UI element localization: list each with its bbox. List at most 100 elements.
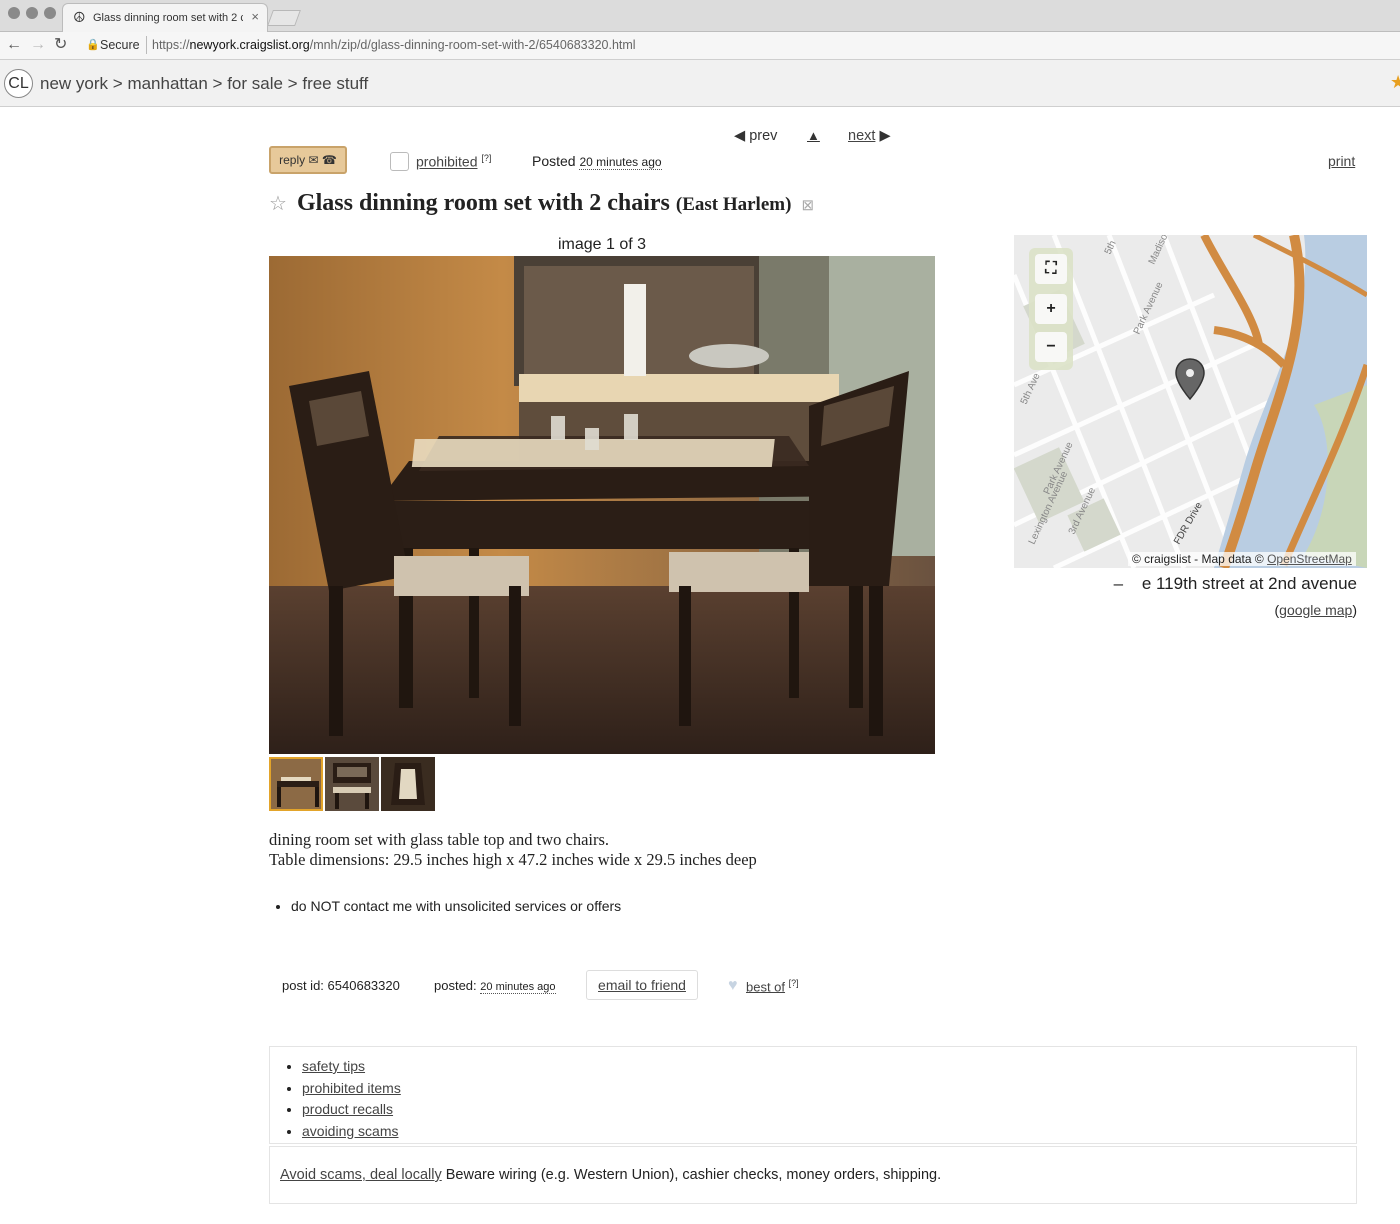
prev-label: prev — [749, 128, 778, 144]
triangle-right-icon: ▶ — [879, 128, 891, 144]
bookmark-star-icon[interactable]: ★ — [1390, 72, 1400, 93]
notices: do NOT contact me with unsolicited servi… — [291, 898, 621, 914]
breadcrumb-separator: > — [287, 74, 298, 93]
prohibited-items-link[interactable]: prohibited items — [302, 1080, 401, 1096]
prohibited-flag-checkbox[interactable] — [390, 152, 409, 171]
breadcrumb-manhattan[interactable]: manhattan — [127, 74, 207, 93]
notice-item: do NOT contact me with unsolicited servi… — [291, 898, 621, 914]
url-host: newyork.craigslist.org — [189, 38, 310, 52]
thumbnail-photo — [381, 757, 435, 811]
avoid-scams-link[interactable]: Avoid scams, deal locally — [280, 1167, 442, 1183]
lock-icon: 🔒 — [86, 39, 100, 51]
map-address: – e 119th street at 2nd avenue — [1114, 574, 1357, 594]
close-icon[interactable]: × — [251, 9, 259, 24]
neighborhood: (East Harlem) — [675, 194, 792, 215]
openstreetmap-link[interactable]: OpenStreetMap — [1267, 552, 1352, 566]
prohibited-flag: prohibited [?] — [416, 153, 491, 170]
envelope-icon: ✉ — [308, 153, 319, 167]
best-of-link[interactable]: best of — [746, 979, 785, 994]
help-marker[interactable]: [?] — [789, 978, 799, 988]
secure-label: Secure — [100, 38, 140, 52]
print-link[interactable]: print — [1328, 153, 1355, 169]
breadcrumb-free-stuff[interactable]: free stuff — [302, 74, 368, 93]
next-label: next — [848, 128, 876, 144]
forward-arrow-icon[interactable]: → — [30, 36, 46, 54]
next-link[interactable]: next ▶ — [848, 128, 891, 144]
phone-icon: ☎ — [321, 153, 337, 167]
heart-icon[interactable]: ♥ — [728, 977, 738, 995]
minimize-window-button[interactable] — [26, 7, 38, 19]
body-line: Table dimensions: 29.5 inches high x 47.… — [269, 850, 757, 869]
back-arrow-icon[interactable]: ← — [6, 36, 22, 54]
posted-info: posted: 20 minutes ago — [434, 978, 556, 994]
peace-icon: ☮ — [73, 9, 86, 25]
address-text: e 119th street at 2nd avenue — [1141, 574, 1357, 593]
craigslist-logo[interactable]: CL — [4, 69, 33, 98]
posted-label: Posted — [532, 153, 576, 169]
url-scheme: https:// — [152, 38, 190, 52]
best-of: best of [?] — [746, 978, 799, 994]
google-map: (google map) — [1274, 602, 1357, 618]
browser-tab-bar: ☮ Glass dinning room set with 2 chairs × — [0, 0, 1400, 32]
product-recalls-link[interactable]: product recalls — [302, 1101, 393, 1117]
scam-warning-box: Avoid scams, deal locally Beware wiring … — [269, 1146, 1357, 1204]
title-text: Glass dinning room set with 2 chairs — [296, 190, 670, 216]
thumbnail-photo — [325, 757, 379, 811]
post-id: post id: 6540683320 — [282, 978, 400, 993]
url-field[interactable]: https://newyork.craigslist.org/mnh/zip/d… — [152, 38, 636, 52]
breadcrumb-new-york[interactable]: new york — [40, 74, 108, 93]
url-path: /mnh/zip/d/glass-dinning-room-set-with-2… — [309, 38, 636, 52]
dash-marker: – — [1113, 574, 1124, 593]
up-link[interactable]: ▲ — [807, 128, 820, 143]
close-window-button[interactable] — [8, 7, 20, 19]
help-marker[interactable]: [?] — [481, 153, 491, 163]
posted-time: 20 minutes ago — [579, 155, 662, 170]
breadcrumb-for-sale[interactable]: for sale — [227, 74, 283, 93]
posting-title: ☆ Glass dinning room set with 2 chairs (… — [269, 190, 814, 217]
google-map-link[interactable]: google map — [1279, 602, 1352, 618]
scam-warning-text: Beware wiring (e.g. Western Union), cash… — [445, 1167, 942, 1183]
body-line: dining room set with glass table top and… — [269, 830, 610, 849]
dining-set-photo — [269, 256, 935, 754]
address-divider — [146, 36, 147, 54]
reload-icon[interactable]: ↻ — [54, 36, 67, 54]
image-counter: image 1 of 3 — [557, 236, 647, 253]
thumbnail-3[interactable] — [381, 757, 435, 811]
new-tab-button[interactable] — [267, 10, 301, 26]
breadcrumb: new york > manhattan > for sale > free s… — [40, 74, 368, 94]
zoom-in-button[interactable]: + — [1035, 294, 1067, 324]
reply-button[interactable]: reply ✉ ☎ — [269, 146, 347, 174]
triangle-left-icon: ◀ — [734, 128, 746, 144]
map-controls: ⛶ + − — [1029, 248, 1073, 370]
posting-body: dining room set with glass table top and… — [269, 830, 757, 870]
fullscreen-icon[interactable]: ⛶ — [1035, 254, 1067, 284]
favorite-star-icon[interactable]: ☆ — [269, 193, 287, 215]
post-id-value: 6540683320 — [327, 978, 400, 993]
maximize-window-button[interactable] — [44, 7, 56, 19]
main-photo[interactable] — [269, 256, 935, 754]
breadcrumb-separator: > — [112, 74, 123, 93]
avoiding-scams-link[interactable]: avoiding scams — [302, 1123, 399, 1139]
safety-tips-link[interactable]: safety tips — [302, 1058, 365, 1074]
breadcrumb-separator: > — [212, 74, 223, 93]
craigslist-header: CL new york > manhattan > for sale > fre… — [0, 60, 1400, 107]
email-to-friend-label: email to friend — [598, 977, 686, 993]
prohibited-link[interactable]: prohibited — [416, 154, 478, 170]
thumbnail-1[interactable] — [269, 757, 323, 811]
thumbnail-2[interactable] — [325, 757, 379, 811]
hide-posting-icon[interactable]: ⊠ — [801, 198, 814, 214]
thumbnail-photo — [271, 759, 321, 809]
safety-links-box: safety tips prohibited items product rec… — [269, 1046, 1357, 1144]
attribution-text: © craigslist - Map data © — [1132, 552, 1264, 566]
reply-label: reply — [279, 153, 306, 167]
tab-title: Glass dinning room set with 2 chairs — [93, 12, 243, 24]
email-to-friend-button[interactable]: email to friend — [586, 970, 698, 1000]
browser-tab[interactable]: ☮ Glass dinning room set with 2 chairs × — [62, 3, 268, 32]
map-attribution: © craigslist - Map data © OpenStreetMap — [1128, 552, 1356, 566]
zoom-out-button[interactable]: − — [1035, 332, 1067, 362]
prev-link[interactable]: ◀ prev — [734, 128, 777, 144]
post-id-label: post id: — [282, 978, 324, 993]
posted-label: posted: — [434, 978, 477, 993]
posted-date: Posted 20 minutes ago — [532, 153, 662, 170]
posted-time: 20 minutes ago — [480, 981, 556, 994]
